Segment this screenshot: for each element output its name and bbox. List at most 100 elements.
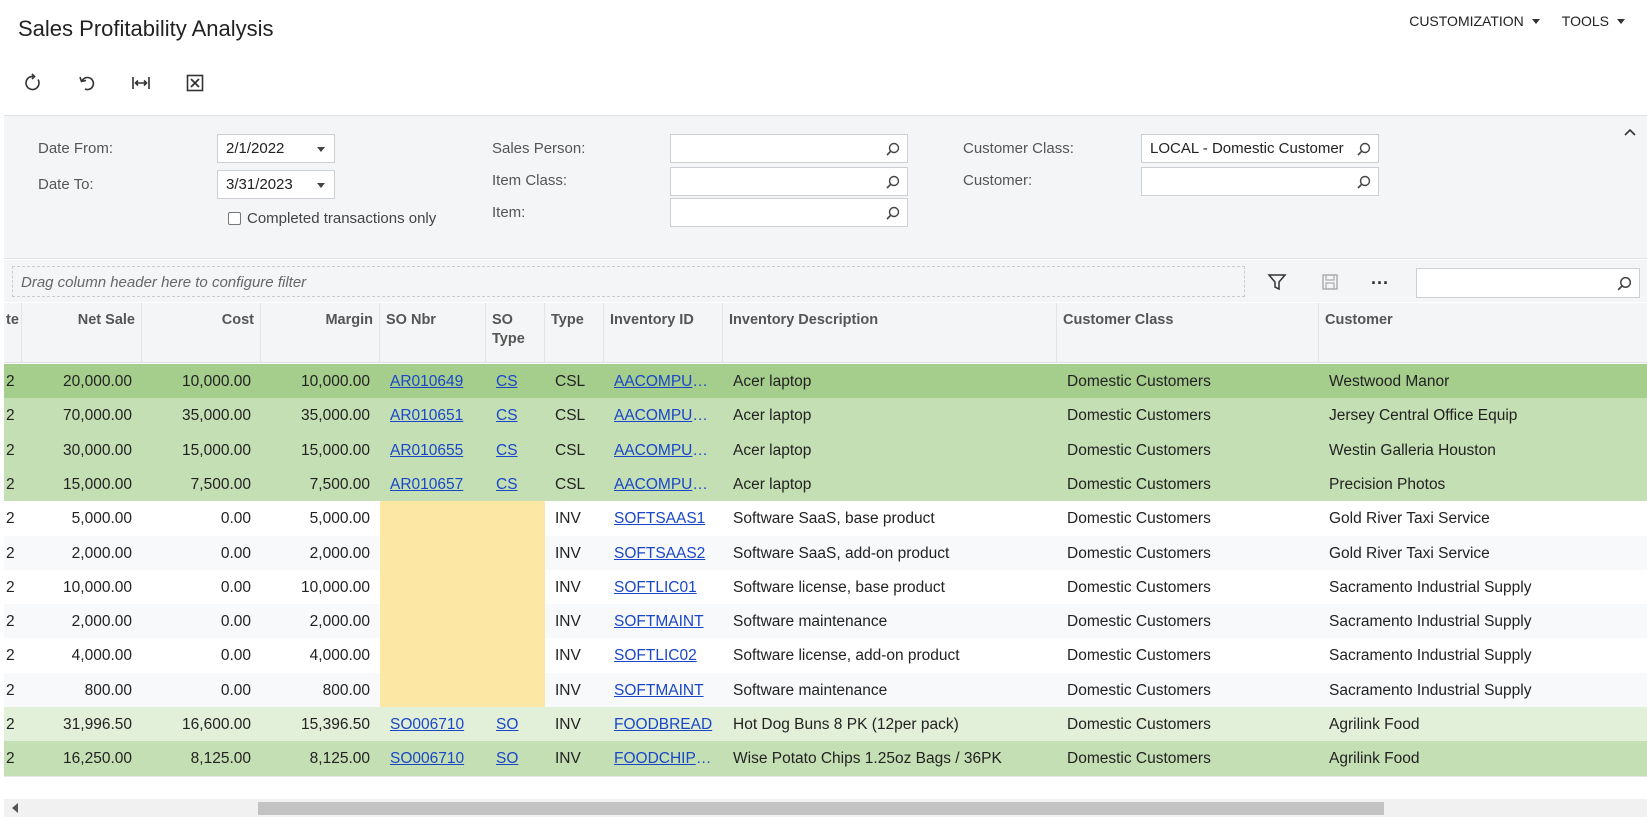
cell-cost: 16,600.00	[182, 716, 251, 733]
cell-type: INV	[555, 510, 581, 528]
item-class-field[interactable]	[670, 167, 908, 196]
export-excel-button[interactable]	[180, 68, 210, 98]
refresh-button[interactable]	[18, 68, 48, 98]
col-header-cost[interactable]: Cost	[142, 303, 261, 363]
search-icon[interactable]	[1356, 141, 1372, 157]
cell-so-nbr[interactable]: AR010655	[380, 433, 486, 469]
table-row[interactable]: 2 2,000.00 0.00 2,000.00 INV SOFTMAINT Softwar…	[4, 604, 1647, 641]
cell-so-type[interactable]: SO	[486, 707, 545, 743]
cell-so-nbr[interactable]: AR010651	[380, 398, 486, 434]
refresh-icon	[25, 73, 40, 91]
cell-inventory-id[interactable]: AACOMPUT01	[604, 364, 723, 400]
search-icon[interactable]	[885, 205, 901, 221]
cell-margin: 4,000.00	[309, 647, 370, 665]
table-row[interactable]: 2 4,000.00 0.00 4,000.00 INV SOFTLIC02 Softwar…	[4, 638, 1647, 675]
cell-so-type[interactable]: CS	[486, 467, 545, 503]
col-header-type[interactable]: Type	[545, 303, 604, 363]
table-row[interactable]: 2 15,000.00 7,500.00 7,500.00 AR010657 CS CSL A…	[4, 466, 1647, 503]
cell-so-type[interactable]: CS	[486, 364, 545, 400]
date-from-field[interactable]: 2/1/2022	[217, 134, 335, 163]
cell-inventory-id[interactable]: FOODCHIP36	[604, 741, 723, 777]
search-icon[interactable]	[885, 174, 901, 190]
customer-field[interactable]	[1141, 167, 1379, 196]
cell-margin: 800.00	[322, 681, 370, 699]
cell-inventory-id[interactable]: SOFTMAINT	[604, 673, 723, 709]
search-icon[interactable]	[1616, 275, 1633, 292]
col-header-customer-class[interactable]: Customer Class	[1057, 303, 1319, 363]
group-by-drop-area[interactable]: Drag column header here to configure fil…	[12, 266, 1245, 297]
table-row[interactable]: 2 30,000.00 15,000.00 15,000.00 AR010655 CS CS…	[4, 432, 1647, 469]
search-icon[interactable]	[885, 141, 901, 157]
table-row[interactable]: 2 10,000.00 0.00 10,000.00 INV SOFTLIC01 Softw…	[4, 569, 1647, 606]
cell-customer-class: Domestic Customers	[1067, 681, 1211, 699]
col-header-date[interactable]: te	[4, 303, 22, 363]
table-row[interactable]: 2 5,000.00 0.00 5,000.00 INV SOFTSAAS1 Softwar…	[4, 501, 1647, 538]
cell-inventory-id[interactable]: SOFTLIC01	[604, 570, 723, 606]
col-header-customer[interactable]: Customer	[1319, 303, 1647, 363]
tools-menu[interactable]: TOOLS	[1562, 13, 1625, 29]
table-row[interactable]: 2 31,996.50 16,600.00 15,396.50 SO006710 SO IN…	[4, 707, 1647, 743]
checkbox-box[interactable]	[228, 212, 241, 225]
cell-inventory-id[interactable]: AACOMPUT01	[604, 433, 723, 469]
cell-so-type[interactable]: CS	[486, 433, 545, 469]
scroll-thumb[interactable]	[258, 802, 1384, 815]
sales-person-field[interactable]	[670, 134, 908, 163]
customer-class-field[interactable]: LOCAL - Domestic Customers	[1141, 134, 1379, 163]
cell-customer: Sacramento Industrial Supply	[1329, 681, 1532, 699]
cell-so-nbr[interactable]: AR010657	[380, 467, 486, 503]
table-row[interactable]: 2 20,000.00 10,000.00 10,000.00 AR010649 CS CS…	[4, 364, 1647, 400]
cell-inventory-id[interactable]: SOFTLIC02	[604, 638, 723, 674]
horizontal-scrollbar[interactable]	[4, 799, 1647, 817]
cell-inventory-desc: Software maintenance	[733, 613, 888, 631]
cell-inventory-id[interactable]: SOFTSAAS2	[604, 536, 723, 572]
cell-net-sale: 2,000.00	[71, 613, 132, 631]
cell-type: INV	[555, 578, 581, 596]
table-row[interactable]: 2 70,000.00 35,000.00 35,000.00 AR010651 CS CS…	[4, 398, 1647, 435]
save-icon[interactable]	[1320, 272, 1340, 292]
cell-so-nbr[interactable]: SO006710	[380, 707, 486, 743]
cell-inventory-desc: Software license, base product	[733, 578, 945, 596]
cell-inventory-id[interactable]: AACOMPUT01	[604, 467, 723, 503]
chevron-down-icon[interactable]	[317, 183, 325, 188]
cell-inventory-id[interactable]: FOODBREAD	[604, 707, 723, 743]
table-row[interactable]: 2 16,250.00 8,125.00 8,125.00 SO006710 SO INV F…	[4, 741, 1647, 778]
cell-date: 2	[6, 613, 15, 631]
fit-columns-button[interactable]	[126, 68, 156, 98]
search-icon[interactable]	[1356, 174, 1372, 190]
table-row[interactable]: 2 800.00 0.00 800.00 INV SOFTMAINT Software ma…	[4, 672, 1647, 709]
chevron-up-icon[interactable]	[1623, 126, 1637, 140]
date-to-field[interactable]: 3/31/2023	[217, 170, 335, 199]
col-header-net-sale[interactable]: Net Sale	[22, 303, 142, 363]
cell-so-nbr[interactable]: AR010649	[380, 364, 486, 400]
cell-so-type	[486, 604, 545, 641]
scroll-left-icon[interactable]	[12, 803, 18, 813]
cell-cost: 7,500.00	[190, 475, 251, 493]
cell-so-type[interactable]: SO	[486, 741, 545, 777]
undo-button[interactable]	[72, 68, 102, 98]
filter-icon[interactable]	[1267, 272, 1287, 292]
col-header-so-type[interactable]: SO Type	[486, 303, 545, 363]
col-header-margin[interactable]: Margin	[261, 303, 380, 363]
cell-cost: 0.00	[220, 647, 251, 665]
customization-menu[interactable]: CUSTOMIZATION	[1409, 13, 1540, 29]
col-header-inventory-desc[interactable]: Inventory Description	[723, 303, 1057, 363]
date-to-value: 3/31/2023	[226, 176, 293, 193]
table-row[interactable]: 2 2,000.00 0.00 2,000.00 INV SOFTSAAS2 Softwar…	[4, 535, 1647, 572]
col-header-so-nbr[interactable]: SO Nbr	[380, 303, 486, 363]
cell-inventory-desc: Acer laptop	[733, 373, 812, 390]
cell-customer: Agrilink Food	[1329, 750, 1420, 768]
chevron-down-icon[interactable]	[317, 147, 325, 152]
cell-so-nbr[interactable]: SO006710	[380, 741, 486, 777]
cell-inventory-id[interactable]: SOFTSAAS1	[604, 501, 723, 537]
cell-margin: 15,000.00	[301, 441, 370, 459]
grid-search-input[interactable]	[1416, 268, 1640, 298]
item-field[interactable]	[670, 198, 908, 227]
cell-inventory-id[interactable]: SOFTMAINT	[604, 604, 723, 640]
cell-inventory-id[interactable]: AACOMPUT01	[604, 398, 723, 434]
col-header-inventory-id[interactable]: Inventory ID	[604, 303, 723, 363]
completed-only-checkbox[interactable]: Completed transactions only	[228, 210, 436, 227]
cell-cost: 15,000.00	[182, 441, 251, 459]
cell-so-type[interactable]: CS	[486, 398, 545, 434]
cell-margin: 2,000.00	[309, 544, 370, 562]
more-actions-button[interactable]: ...	[1371, 268, 1389, 289]
